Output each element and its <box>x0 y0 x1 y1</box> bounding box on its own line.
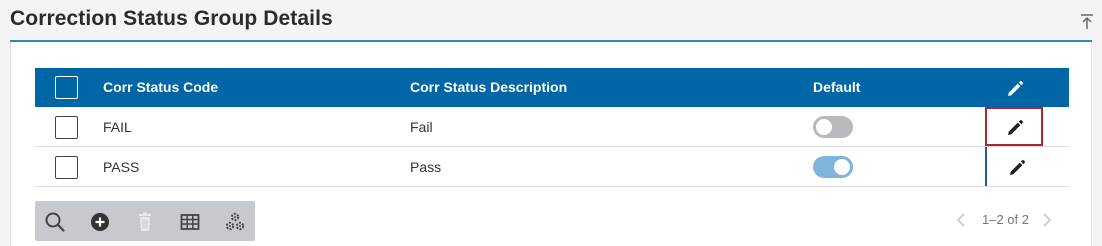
delete-button[interactable] <box>134 211 156 233</box>
table-row[interactable]: PASS Pass <box>35 147 1069 187</box>
row-checkbox[interactable] <box>55 116 78 139</box>
pencil-icon <box>1010 159 1026 175</box>
page-title: Correction Status Group Details <box>10 7 333 30</box>
search-button[interactable] <box>44 211 66 233</box>
select-all-checkbox[interactable] <box>55 76 78 99</box>
bulk-edit-button[interactable] <box>985 68 1043 107</box>
panel-header: Correction Status Group Details <box>0 0 1102 44</box>
chevron-right-icon <box>1043 213 1052 227</box>
toggle-knob <box>834 159 850 175</box>
column-header-code[interactable]: Corr Status Code <box>103 79 218 95</box>
row-edit-button[interactable] <box>985 147 1043 186</box>
next-page-button[interactable] <box>1041 212 1053 228</box>
table-columns-icon <box>180 214 200 230</box>
add-button[interactable] <box>89 211 111 233</box>
pagination: 1–2 of 2 <box>955 210 1055 230</box>
pencil-icon <box>1008 80 1024 96</box>
pencil-icon <box>1008 119 1024 135</box>
corr-status-description: Fail <box>410 119 433 135</box>
chevron-left-icon <box>956 213 965 227</box>
column-header-default[interactable]: Default <box>813 79 860 95</box>
grid-toolbar <box>35 201 255 241</box>
row-checkbox[interactable] <box>55 156 78 179</box>
toggle-knob <box>816 119 832 135</box>
column-header-description[interactable]: Corr Status Description <box>410 79 567 95</box>
table-row[interactable]: FAIL Fail <box>35 107 1069 147</box>
search-icon <box>45 212 65 232</box>
default-toggle[interactable] <box>813 116 853 138</box>
settings-gears-icon <box>225 212 245 231</box>
trash-icon <box>139 212 151 231</box>
row-edit-button[interactable] <box>985 107 1043 146</box>
columns-button[interactable] <box>179 211 201 233</box>
corr-status-code: FAIL <box>103 119 132 135</box>
corr-status-code: PASS <box>103 159 140 175</box>
collapse-panel-icon[interactable] <box>1078 12 1096 32</box>
grid-header-row: Corr Status Code Corr Status Description… <box>35 68 1069 107</box>
page-range-label: 1–2 of 2 <box>982 212 1029 227</box>
previous-page-button[interactable] <box>955 212 967 228</box>
corr-status-description: Pass <box>410 159 442 175</box>
settings-button[interactable] <box>224 211 246 233</box>
add-circle-icon <box>91 213 109 231</box>
default-toggle[interactable] <box>813 156 853 178</box>
